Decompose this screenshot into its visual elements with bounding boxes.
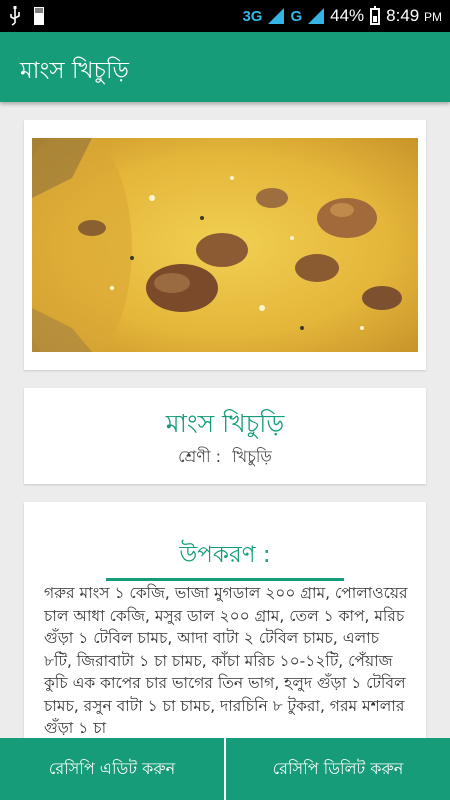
- recipe-image-card: [24, 120, 426, 370]
- clock-suffix: PM: [424, 10, 442, 24]
- battery-percent: 44%: [330, 6, 365, 25]
- category-value: খিচুড়ি: [232, 447, 272, 466]
- sd-card-icon: [34, 7, 44, 25]
- signal-icon: [268, 8, 285, 24]
- network-type-2: G: [290, 7, 303, 25]
- clock-time: 8:49: [386, 6, 420, 25]
- usb-icon: [10, 6, 20, 26]
- bottom-action-bar: রেসিপি এডিট করুন রেসিপি ডিলিট করুন: [0, 738, 450, 800]
- recipe-photo: [32, 138, 418, 352]
- signal-icon-2: [308, 8, 325, 24]
- edit-recipe-button[interactable]: রেসিপি এডিট করুন: [0, 738, 224, 800]
- clock: 8:49 PM: [386, 6, 442, 26]
- delete-recipe-button[interactable]: রেসিপি ডিলিট করুন: [226, 738, 450, 800]
- ingredients-underline: [106, 578, 344, 581]
- ingredients-heading: উপকরণ :: [179, 542, 271, 568]
- network-type: 3G: [242, 7, 263, 25]
- recipe-title-card: মাংস খিচুড়ি শ্রেণী : খিচুড়ি: [24, 388, 426, 484]
- app-bar: মাংস খিচুড়ি: [0, 32, 450, 102]
- recipe-title: মাংস খিচুড়ি: [165, 409, 285, 438]
- category-row: শ্রেণী : খিচুড়ি: [24, 444, 426, 471]
- category-label: শ্রেণী :: [178, 447, 222, 466]
- ingredients-text: গরুর মাংস ১ কেজি, ভাজা মুগডাল ২০০ গ্রাম,…: [44, 584, 408, 737]
- ingredients-card: উপকরণ : গরুর মাংস ১ কেজি, ভাজা মুগডাল ২০…: [24, 502, 426, 738]
- battery-icon: [370, 5, 381, 25]
- app-title: মাংস খিচুড়ি: [20, 58, 129, 84]
- status-bar: 3G G 44% 8:49 PM: [0, 0, 450, 32]
